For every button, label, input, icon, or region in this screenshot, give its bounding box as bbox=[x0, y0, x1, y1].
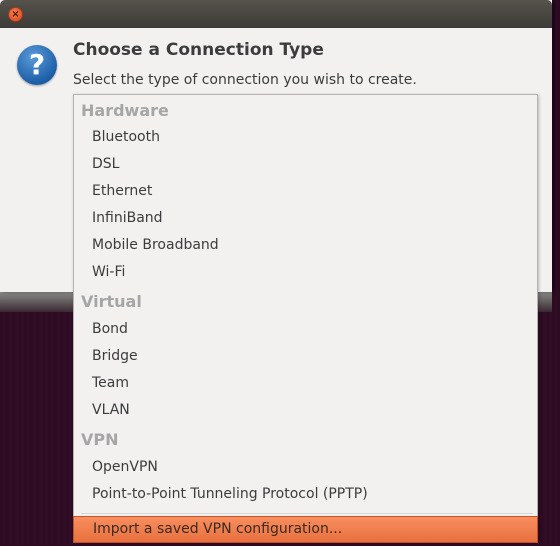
titlebar: × bbox=[0, 0, 552, 28]
menu-item-dsl[interactable]: DSL bbox=[92, 156, 119, 172]
dialog-title: Choose a Connection Type bbox=[73, 40, 324, 60]
menu-item-vlan[interactable]: VLAN bbox=[92, 402, 130, 418]
menu-item-wifi[interactable]: Wi-Fi bbox=[92, 264, 125, 280]
menu-item-bond[interactable]: Bond bbox=[92, 321, 128, 337]
group-header-vpn: VPN bbox=[81, 430, 119, 449]
group-header-virtual: Virtual bbox=[81, 292, 142, 311]
menu-item-team[interactable]: Team bbox=[92, 375, 129, 391]
connection-type-menu: Hardware Bluetooth DSL Ethernet InfiniBa… bbox=[73, 94, 538, 543]
menu-item-ethernet[interactable]: Ethernet bbox=[92, 183, 152, 199]
menu-item-pptp[interactable]: Point-to-Point Tunneling Protocol (PPTP) bbox=[92, 486, 368, 502]
menu-item-import-vpn[interactable]: Import a saved VPN configuration... bbox=[73, 516, 538, 543]
close-icon: × bbox=[11, 9, 20, 20]
group-header-hardware: Hardware bbox=[81, 101, 169, 120]
question-icon: ? bbox=[17, 45, 57, 85]
menu-item-infiniband[interactable]: InfiniBand bbox=[92, 210, 163, 226]
menu-item-openvpn[interactable]: OpenVPN bbox=[92, 459, 158, 475]
menu-separator bbox=[81, 513, 533, 514]
menu-item-bridge[interactable]: Bridge bbox=[92, 348, 138, 364]
dialog-subtitle: Select the type of connection you wish t… bbox=[73, 72, 417, 88]
close-button[interactable]: × bbox=[8, 7, 23, 22]
menu-item-bluetooth[interactable]: Bluetooth bbox=[92, 129, 160, 145]
menu-item-mobile-broadband[interactable]: Mobile Broadband bbox=[92, 237, 219, 253]
